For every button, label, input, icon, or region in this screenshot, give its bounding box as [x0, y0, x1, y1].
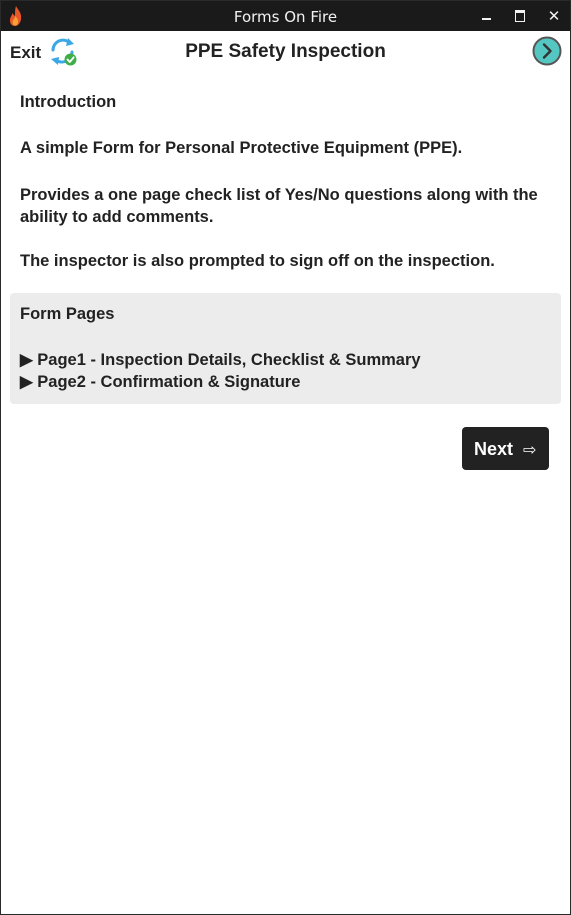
form-page-item-2: ▶ Page2 - Confirmation & Signature: [20, 373, 301, 391]
maximize-button[interactable]: [503, 1, 537, 31]
close-icon: ✕: [547, 7, 561, 25]
chevron-right-circle-icon[interactable]: [532, 36, 562, 66]
intro-paragraph-2: Provides a one page check list of Yes/No…: [20, 186, 538, 226]
app-window: Forms On Fire ✕ Exit PPE Safety Inspecti…: [0, 0, 571, 915]
page-title: PPE Safety Inspection: [185, 41, 386, 62]
form-header: Exit PPE Safety Inspection: [1, 31, 570, 71]
maximize-icon: [515, 10, 525, 22]
intro-heading: Introduction: [20, 93, 117, 111]
form-pages-heading: Form Pages: [20, 305, 115, 323]
intro-paragraph-1: A simple Form for Personal Protective Eq…: [20, 139, 463, 157]
form-pages-panel: Form Pages ▶ Page1 - Inspection Details,…: [10, 293, 561, 404]
next-button-label: Next: [474, 439, 514, 459]
next-button[interactable]: Next ⇨: [462, 427, 549, 470]
close-button[interactable]: ✕: [537, 1, 571, 31]
form-page-item-1: ▶ Page1 - Inspection Details, Checklist …: [20, 351, 421, 369]
window-titlebar[interactable]: Forms On Fire ✕: [1, 1, 570, 31]
minimize-button[interactable]: [469, 1, 503, 31]
minimize-icon: [482, 18, 491, 20]
intro-paragraph-3: The inspector is also prompted to sign o…: [20, 252, 495, 270]
arrow-right-icon: ⇨: [523, 440, 537, 459]
